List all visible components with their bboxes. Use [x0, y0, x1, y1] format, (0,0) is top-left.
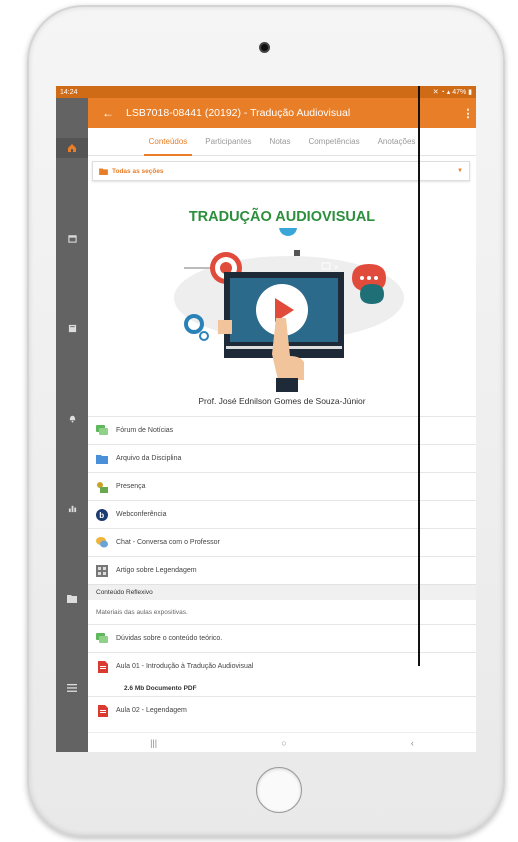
- battery-level: 47%: [452, 89, 467, 96]
- nav-rail: [56, 98, 88, 752]
- list-item-label: Presença: [116, 483, 146, 490]
- tab-competencias[interactable]: Competências: [299, 128, 368, 156]
- tab-conteudos[interactable]: Conteúdos: [140, 128, 197, 156]
- section-filter-value: Todas as seções: [112, 167, 164, 175]
- bar-chart-icon: [68, 505, 76, 512]
- recent-apps-button[interactable]: |||: [150, 738, 157, 748]
- screen-edge: [418, 86, 420, 666]
- overflow-menu-icon[interactable]: ⋮: [460, 107, 476, 120]
- home-nav-button[interactable]: ○: [281, 738, 286, 748]
- rail-files[interactable]: [56, 588, 88, 608]
- system-nav-bar: ||| ○ ‹: [88, 732, 476, 752]
- tab-notas[interactable]: Notas: [261, 128, 300, 156]
- status-bar: 14:24 ✕ ◔ ▴ 47% ▮: [56, 86, 476, 98]
- folder-icon: [67, 594, 77, 603]
- pdf-icon: [96, 704, 108, 717]
- hamburger-icon: [67, 684, 77, 692]
- rail-notifications[interactable]: [56, 408, 88, 428]
- rail-courses[interactable]: [56, 318, 88, 338]
- home-icon: [68, 144, 76, 152]
- section-filter-select[interactable]: Todas as seções ▼: [92, 161, 470, 181]
- rail-grades[interactable]: [56, 498, 88, 518]
- book-icon: [68, 324, 76, 332]
- rail-more[interactable]: [56, 678, 88, 698]
- list-item-label: Chat - Conversa com o Professor: [116, 539, 220, 546]
- tab-anotacoes[interactable]: Anotações: [369, 128, 425, 156]
- attendance-icon: [96, 481, 108, 493]
- svg-text:×: ×: [334, 263, 339, 272]
- webconference-icon: b: [96, 508, 108, 521]
- list-item-label: Fórum de Notícias: [116, 427, 174, 434]
- bell-icon: [69, 415, 75, 423]
- video-illustration: ×: [174, 228, 404, 392]
- rail-calendar[interactable]: [56, 228, 88, 248]
- calendar-icon: [67, 234, 77, 243]
- list-item-label: Arquivo da Disciplina: [116, 455, 182, 462]
- file-meta: 2.6 Mb Documento PDF: [124, 684, 197, 692]
- list-item-label: Aula 02 - Legendagem: [116, 707, 187, 714]
- rail-home[interactable]: [56, 138, 88, 158]
- tablet-mockup: 14:24 ✕ ◔ ▴ 47% ▮ ← LSB7018-08441 (20192…: [0, 0, 518, 842]
- list-item-label: Artigo sobre Legendagem: [116, 567, 197, 574]
- app-screen: 14:24 ✕ ◔ ▴ 47% ▮ ← LSB7018-08441 (20192…: [56, 86, 476, 752]
- folder-icon: [99, 167, 108, 175]
- forum-icon: [96, 425, 108, 437]
- list-item-label: Dúvidas sobre o conteúdo teórico.: [116, 635, 223, 642]
- back-arrow-icon[interactable]: ←: [96, 106, 120, 120]
- status-battery: ✕ ◔ ▴ 47% ▮: [432, 89, 472, 96]
- list-item-lesson-02[interactable]: Aula 02 - Legendagem: [88, 696, 476, 724]
- course-title: LSB7018-08441 (20192) - Tradução Audiovi…: [126, 107, 351, 119]
- svg-text:b: b: [99, 511, 104, 520]
- folder-icon: [96, 453, 108, 465]
- list-item-label: Webconferência: [116, 511, 167, 518]
- list-item-label: Aula 01 - Introdução à Tradução Audiovis…: [116, 663, 254, 670]
- front-camera: [259, 42, 270, 53]
- status-time: 14:24: [60, 88, 78, 96]
- chat-icon: [96, 537, 108, 549]
- chevron-down-icon: ▼: [457, 168, 463, 174]
- forum-icon: [96, 633, 108, 645]
- article-icon: [96, 564, 108, 577]
- tablet-home-button[interactable]: [256, 767, 302, 813]
- tab-participantes[interactable]: Participantes: [196, 128, 260, 156]
- back-nav-button[interactable]: ‹: [411, 738, 414, 748]
- pdf-icon: [96, 660, 108, 673]
